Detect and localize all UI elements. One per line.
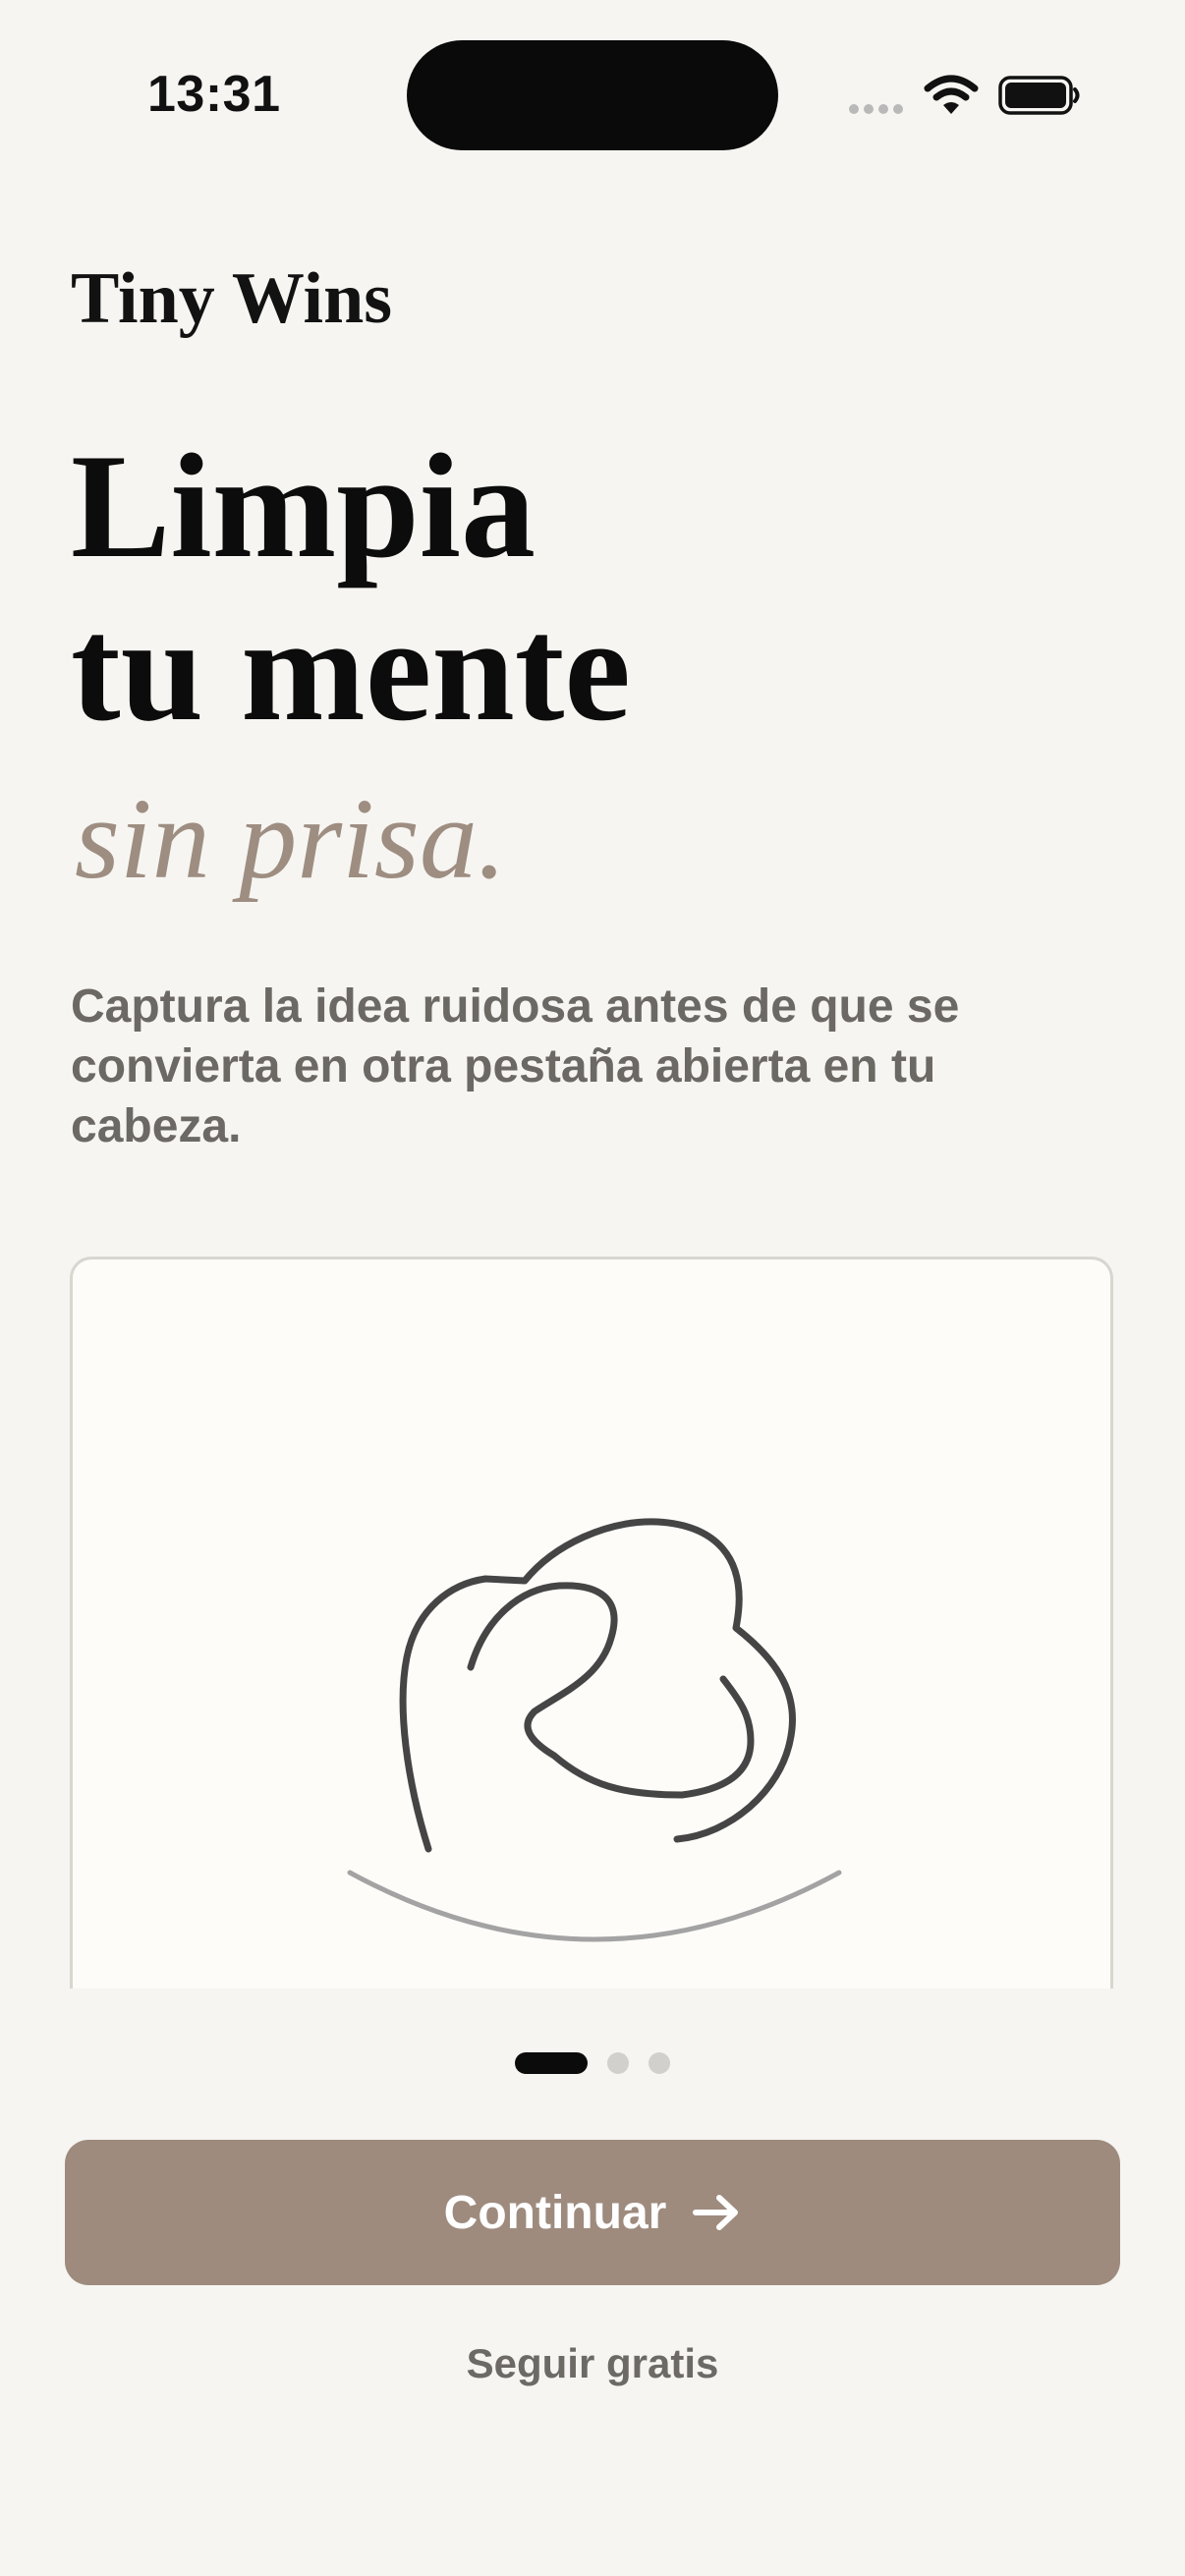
status-time: 13:31	[147, 66, 281, 123]
continue-button[interactable]: Continuar	[65, 2140, 1120, 2285]
headline: Limpia tu mente	[71, 424, 631, 751]
status-bar: 13:31	[0, 0, 1185, 196]
brain-cloud-line-icon	[347, 1518, 842, 1942]
dynamic-island	[407, 40, 778, 150]
page-dot	[607, 2052, 629, 2074]
continue-button-label: Continuar	[443, 2186, 667, 2239]
continue-free-link[interactable]: Seguir gratis	[0, 2340, 1185, 2387]
wifi-icon	[924, 75, 979, 114]
headline-accent: sin prisa.	[75, 774, 507, 903]
arrow-right-icon	[693, 2195, 739, 2230]
page-indicator	[515, 2052, 670, 2074]
battery-icon	[998, 76, 1080, 115]
headline-line-2: tu mente	[71, 587, 631, 752]
page-dot-active	[515, 2052, 588, 2074]
page-dot	[649, 2052, 670, 2074]
app-name: Tiny Wins	[71, 258, 393, 339]
description: Captura la idea ruidosa antes de que se …	[71, 980, 960, 1152]
cellular-signal-icon	[849, 104, 903, 114]
illustration-card	[70, 1257, 1113, 1988]
headline-line-1: Limpia	[71, 423, 536, 588]
